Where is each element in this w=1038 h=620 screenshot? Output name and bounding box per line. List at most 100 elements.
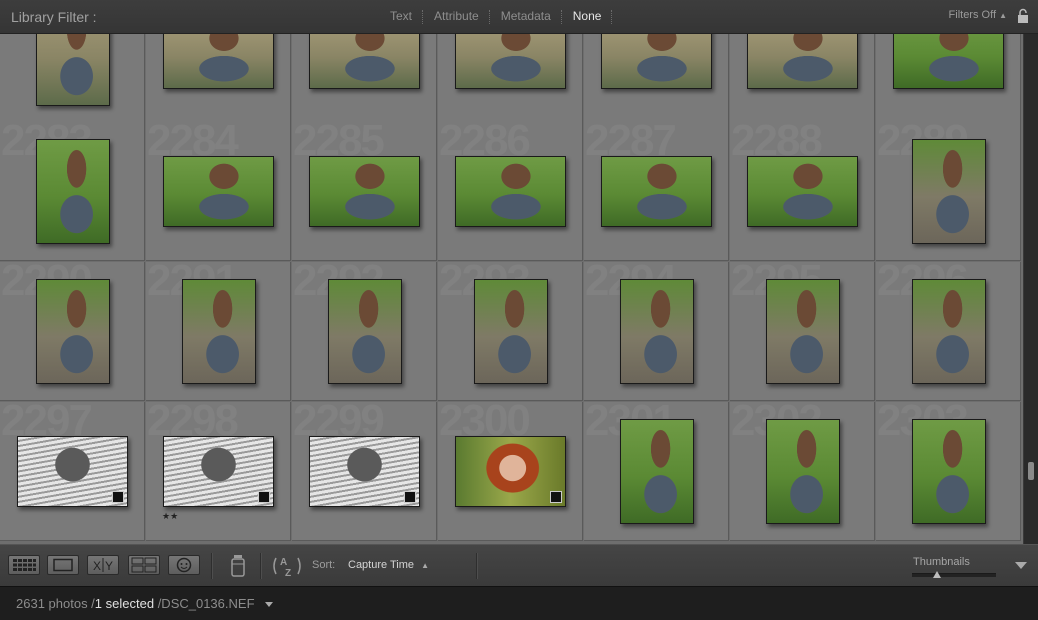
photo-thumbnail[interactable] <box>328 279 402 384</box>
grid-cell[interactable]: 2295 <box>730 262 875 401</box>
grid-view-button[interactable] <box>8 555 40 575</box>
photo-thumbnail[interactable] <box>163 34 274 89</box>
filter-options: Text Attribute Metadata None <box>390 9 623 24</box>
grid-cell[interactable]: 2298 ★★ <box>146 402 291 541</box>
svg-text:Y: Y <box>105 559 113 573</box>
scrollbar-thumb[interactable] <box>1028 462 1034 480</box>
loupe-view-button[interactable] <box>47 555 79 575</box>
thumbnail-size-slider[interactable] <box>912 573 996 577</box>
sort-label: Sort: <box>312 559 336 571</box>
photo-thumbnail[interactable] <box>17 436 128 507</box>
survey-view-button[interactable] <box>128 555 160 575</box>
grid-cell[interactable]: 2287 <box>584 122 729 261</box>
grid-cell[interactable]: 2296 <box>876 262 1021 401</box>
grid-cell[interactable]: 2301 <box>584 402 729 541</box>
grid-cell[interactable]: 2289 <box>876 122 1021 261</box>
photo-thumbnail[interactable] <box>601 34 712 89</box>
filter-option-attribute[interactable]: Attribute <box>434 9 479 24</box>
grid-cell[interactable]: 2294 <box>584 262 729 401</box>
filter-option-metadata[interactable]: Metadata <box>501 9 551 24</box>
sort-value: Capture Time <box>348 559 415 571</box>
grid-cell[interactable]: 2288 <box>730 122 875 261</box>
toolbar-menu-chevron-icon[interactable] <box>1015 562 1027 569</box>
photo-thumbnail[interactable] <box>766 419 840 524</box>
photo-thumbnail[interactable] <box>912 139 986 244</box>
grid-cell[interactable] <box>146 34 291 123</box>
photo-thumbnail[interactable] <box>893 34 1004 89</box>
photo-thumbnail[interactable] <box>455 34 566 89</box>
photo-thumbnail[interactable] <box>620 419 694 524</box>
toolbar-separator <box>211 553 213 579</box>
photo-thumbnail[interactable] <box>474 279 548 384</box>
face-icon <box>176 557 192 573</box>
grid-cell[interactable]: 2284 <box>146 122 291 261</box>
toolbar-separator <box>476 553 478 579</box>
grid-cell[interactable]: 2285 <box>292 122 437 261</box>
thumbnail-size-slider-knob[interactable] <box>933 571 942 578</box>
photo-thumbnail[interactable] <box>309 436 420 507</box>
filter-option-none[interactable]: None <box>573 9 602 24</box>
library-filter-bar: Library Filter : Text Attribute Metadata… <box>0 0 1038 34</box>
photo-thumbnail[interactable] <box>36 139 110 244</box>
grid-cell[interactable]: 2283 <box>0 122 145 261</box>
grid-cell[interactable] <box>438 34 583 123</box>
filter-separator <box>611 10 613 24</box>
grid-cell[interactable]: 2299 <box>292 402 437 541</box>
develop-adjusted-badge-icon <box>404 491 416 503</box>
photo-thumbnail[interactable] <box>620 279 694 384</box>
grid-cell[interactable] <box>730 34 875 123</box>
photo-thumbnail[interactable] <box>36 279 110 384</box>
grid-cell[interactable]: 2302 <box>730 402 875 541</box>
photo-thumbnail[interactable] <box>455 156 566 227</box>
compare-view-icon: X Y <box>93 558 113 573</box>
loupe-view-icon <box>53 558 73 572</box>
status-text: 2631 photos /1 selected /DSC_0136.NEF <box>16 596 274 611</box>
sort-direction-icon[interactable]: A Z <box>270 553 304 579</box>
grid-cell[interactable] <box>584 34 729 123</box>
photo-thumbnail[interactable] <box>747 34 858 89</box>
photo-thumbnail[interactable] <box>747 156 858 227</box>
star-rating[interactable]: ★★ <box>162 511 178 522</box>
develop-adjusted-badge-icon <box>258 491 270 503</box>
grid-cell[interactable]: 2286 <box>438 122 583 261</box>
grid-cell[interactable]: 2292 <box>292 262 437 401</box>
grid-scrollbar[interactable] <box>1024 34 1038 544</box>
photo-thumbnail[interactable] <box>601 156 712 227</box>
photo-thumbnail[interactable] <box>309 34 420 89</box>
grid-cell[interactable]: 2303 <box>876 402 1021 541</box>
photo-thumbnail[interactable] <box>766 279 840 384</box>
painter-spray-can-icon[interactable] <box>228 554 248 578</box>
updown-arrows-icon: ▲︎ <box>421 561 430 570</box>
grid-cell[interactable]: 2290 <box>0 262 145 401</box>
grid-cell[interactable]: 2291 <box>146 262 291 401</box>
photo-thumbnail[interactable] <box>455 436 566 507</box>
photo-thumbnail[interactable] <box>309 156 420 227</box>
photo-thumbnail[interactable] <box>912 279 986 384</box>
photo-thumbnail[interactable] <box>163 156 274 227</box>
photo-thumbnail[interactable] <box>182 279 256 384</box>
grid-cell[interactable]: 2293 <box>438 262 583 401</box>
svg-text:A: A <box>280 557 287 568</box>
people-view-button[interactable] <box>168 555 200 575</box>
grid-cell[interactable] <box>876 34 1021 123</box>
filter-separator <box>422 10 424 24</box>
toolbar-separator <box>260 553 262 579</box>
photo-thumbnail[interactable] <box>912 419 986 524</box>
lock-icon[interactable] <box>1016 8 1030 24</box>
photo-thumbnail[interactable] <box>163 436 274 507</box>
filter-preset-dropdown[interactable]: Filters Off ▲︎ <box>949 9 1007 21</box>
filter-option-text[interactable]: Text <box>390 9 412 24</box>
grid-cell[interactable]: 2300 <box>438 402 583 541</box>
compare-view-button[interactable]: X Y <box>87 555 119 575</box>
grid-cell[interactable] <box>0 34 145 123</box>
photo-count: 2631 photos / <box>16 596 95 611</box>
grid-cell[interactable]: 2297 <box>0 402 145 541</box>
source-menu-triangle-icon[interactable] <box>265 602 274 608</box>
photo-thumbnail[interactable] <box>36 34 110 106</box>
survey-view-icon <box>131 557 157 573</box>
selected-filename: /DSC_0136.NEF <box>157 596 255 611</box>
develop-adjusted-badge-icon <box>550 491 562 503</box>
sort-dropdown[interactable]: Capture Time ▲︎ <box>348 559 429 571</box>
photo-grid: 2283228422852286228722882289 229022912292… <box>0 34 1023 544</box>
grid-cell[interactable] <box>292 34 437 123</box>
